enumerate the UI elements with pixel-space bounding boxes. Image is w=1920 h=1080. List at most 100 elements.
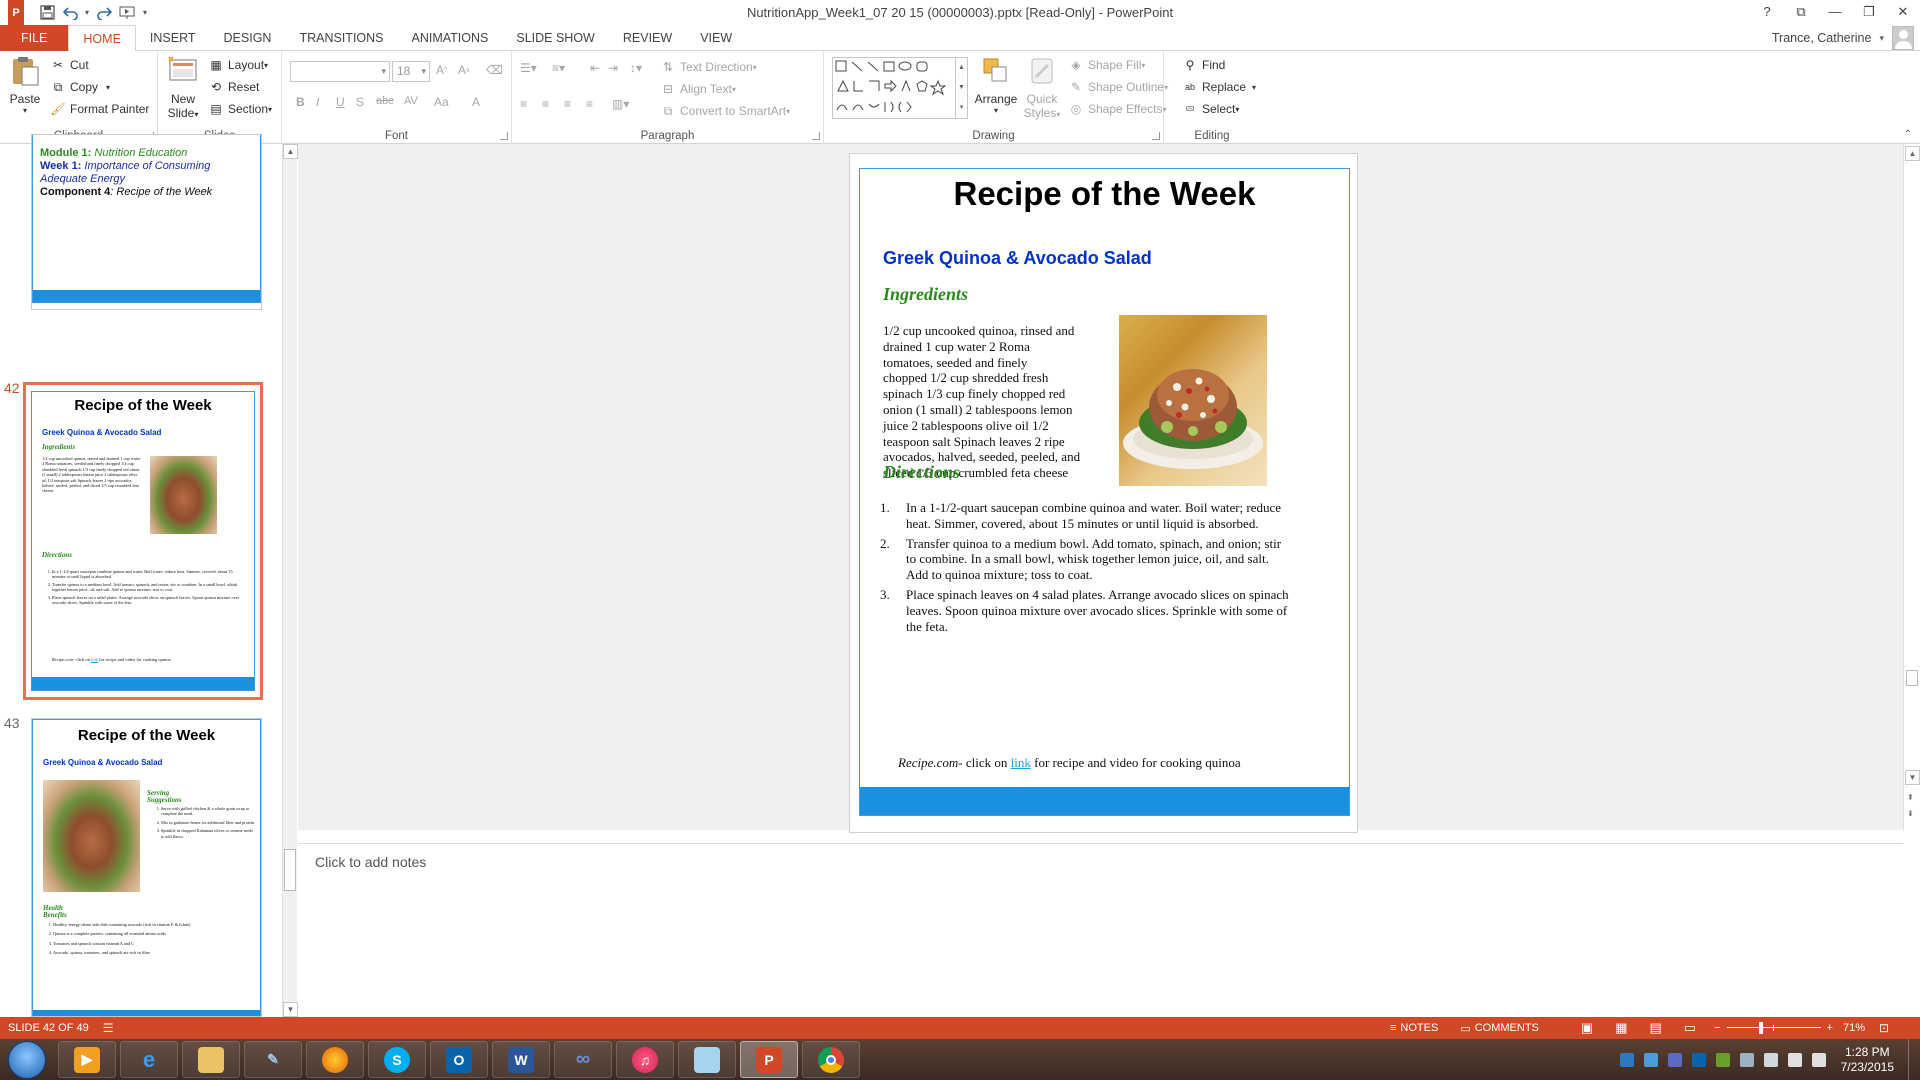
copy-button[interactable]: ⧉ Copy ▾ [50,79,110,95]
section-button[interactable]: ▤ Section ▾ [208,101,272,117]
zoom-out-icon[interactable]: − [1714,1022,1720,1034]
editor-scrollbar[interactable]: ▲ ▼ ⇞ ⇟ [1903,144,1920,830]
replace-button[interactable]: ab Replace ▾ [1182,79,1256,95]
arrange-button[interactable]: Arrange ▾ [974,55,1018,115]
notes-toggle[interactable]: ≡ NOTES [1390,1022,1438,1034]
tray-network-app-icon[interactable] [1643,1052,1658,1067]
tray-app-icon[interactable] [1619,1052,1634,1067]
reading-view-icon[interactable]: ▤ [1650,1020,1662,1036]
taskbar-firefox[interactable] [306,1041,364,1078]
font-color-button[interactable]: A [472,95,480,109]
tab-animations[interactable]: ANIMATIONS [398,25,503,51]
italic-button[interactable]: I [316,95,319,109]
salad-photo[interactable] [1119,315,1267,486]
taskbar-notepad[interactable] [678,1041,736,1078]
thumbnail-scrollbar[interactable]: ▲ ▼ [282,144,298,1017]
text-shadow-button[interactable]: S [356,95,364,109]
select-button[interactable]: ⮹ Select ▾ [1182,101,1239,117]
thumbnail-scroll-down-icon[interactable]: ▼ [283,1002,298,1017]
next-slide-icon[interactable]: ⇟ [1907,808,1914,820]
change-case-button[interactable]: Aa [434,95,449,109]
account-dropdown-icon[interactable]: ▾ [1879,33,1884,44]
comments-toggle[interactable]: ▭ COMMENTS [1460,1022,1539,1035]
thumbnail-scroll-up-icon[interactable]: ▲ [283,144,298,159]
align-left-icon[interactable]: ≡ [520,97,527,111]
decrease-font-size-icon[interactable]: Av [458,63,470,77]
zoom-in-icon[interactable]: + [1827,1022,1833,1034]
paste-button[interactable]: Paste ▾ [6,55,44,115]
slide-title[interactable]: Recipe of the Week [860,175,1349,213]
notes-pane[interactable]: Click to add notes [298,843,1903,1016]
shapes-gallery[interactable]: ▲ ▼ ▾ [832,57,968,119]
ingredients-text[interactable]: 1/2 cup uncooked quinoa, rinsed and drai… [883,323,1113,481]
zoom-slider[interactable] [1726,1021,1821,1035]
font-launcher-icon[interactable] [500,132,508,140]
underline-button[interactable]: U [336,95,345,109]
taskbar-file-explorer[interactable] [182,1041,240,1078]
tab-view[interactable]: VIEW [686,25,746,51]
shape-effects-button[interactable]: ◎ Shape Effects ▾ [1068,101,1167,117]
shapes-scroll-icon[interactable]: ▲ ▼ ▾ [955,58,967,118]
format-painter-button[interactable]: 🖌 Format Painter [50,101,149,117]
spelling-check-icon[interactable]: ☰ [103,1021,114,1035]
windows-start-icon[interactable] [8,1041,46,1079]
close-icon[interactable]: ✕ [1886,0,1920,25]
font-size-combo[interactable]: 18 [392,61,430,82]
tray-action-center-icon[interactable] [1739,1052,1754,1067]
tab-slide-show[interactable]: SLIDE SHOW [502,25,609,51]
ingredients-heading[interactable]: Ingredients [883,284,968,305]
account-area[interactable]: Trance, Catherine ▾ [1772,25,1920,51]
slide-sorter-icon[interactable]: ▦ [1615,1020,1627,1036]
copy-dropdown-icon[interactable]: ▾ [106,83,110,92]
tray-security-icon[interactable] [1715,1052,1730,1067]
columns-icon[interactable]: ▥▾ [612,97,629,111]
line-spacing-icon[interactable]: ↕▾ [630,61,642,75]
taskbar-lync[interactable]: ∞ [554,1041,612,1078]
bullets-icon[interactable]: ☰▾ [520,61,537,75]
recipe-name[interactable]: Greek Quinoa & Avocado Salad [883,248,1152,269]
layout-button[interactable]: ▦ Layout ▾ [208,57,268,73]
tray-lync-icon[interactable] [1667,1052,1682,1067]
new-slide-dropdown-icon[interactable]: ▾ [194,110,198,119]
character-spacing-button[interactable]: AV [404,95,418,107]
editor-scroll-thumb[interactable] [1906,670,1918,686]
shape-outline-button[interactable]: ✎ Shape Outline ▾ [1068,79,1168,95]
strikethrough-button[interactable]: abc [376,95,394,107]
zoom-level[interactable]: 71% [1843,1022,1865,1034]
tray-volume-icon[interactable] [1811,1052,1826,1067]
thumbnail-scroll-thumb[interactable] [284,849,296,891]
quick-styles-button[interactable]: Quick Styles▾ [1020,55,1064,120]
ribbon-display-options-icon[interactable]: ⧉ [1784,0,1818,25]
collapse-ribbon-icon[interactable]: ⌃ [1904,129,1912,140]
editor-scroll-down-icon[interactable]: ▼ [1905,770,1920,785]
tray-network-icon[interactable] [1787,1052,1802,1067]
fit-slide-icon[interactable]: ⊡ [1879,1021,1889,1035]
tab-home[interactable]: HOME [68,25,136,52]
convert-smartart-button[interactable]: ⧉ Convert to SmartArt ▾ [660,103,790,119]
help-icon[interactable]: ? [1750,0,1784,25]
taskbar-outlook[interactable]: O [430,1041,488,1078]
taskbar-internet-explorer[interactable]: e [120,1041,178,1078]
directions-heading[interactable]: Directions [883,462,960,483]
shape-fill-button[interactable]: ◈ Shape Fill ▾ [1068,57,1145,73]
align-text-button[interactable]: ⊟ Align Text ▾ [660,81,736,97]
drawing-launcher-icon[interactable] [1152,132,1160,140]
numbering-icon[interactable]: ≡▾ [552,61,565,75]
restore-icon[interactable]: ❐ [1852,0,1886,25]
paste-dropdown-icon[interactable]: ▾ [6,106,44,115]
current-slide[interactable]: Recipe of the Week Greek Quinoa & Avocad… [849,153,1358,833]
text-direction-button[interactable]: ⇅ Text Direction ▾ [660,59,757,75]
avatar[interactable] [1892,26,1914,50]
tray-outlook-icon[interactable] [1691,1052,1706,1067]
align-center-icon[interactable]: ≡ [542,97,549,111]
slide-thumbnail-43[interactable]: Recipe of the Week Greek Quinoa & Avocad… [31,718,262,1017]
bold-button[interactable]: B [296,95,305,109]
decrease-indent-icon[interactable]: ⇤ [590,61,600,75]
justify-icon[interactable]: ≡ [586,97,593,111]
tab-review[interactable]: REVIEW [609,25,686,51]
tab-design[interactable]: DESIGN [210,25,286,51]
tab-file[interactable]: FILE [0,25,69,51]
taskbar-media-player[interactable]: ▶ [58,1041,116,1078]
previous-slide-icon[interactable]: ⇞ [1907,792,1914,804]
editor-scroll-up-icon[interactable]: ▲ [1905,146,1920,161]
